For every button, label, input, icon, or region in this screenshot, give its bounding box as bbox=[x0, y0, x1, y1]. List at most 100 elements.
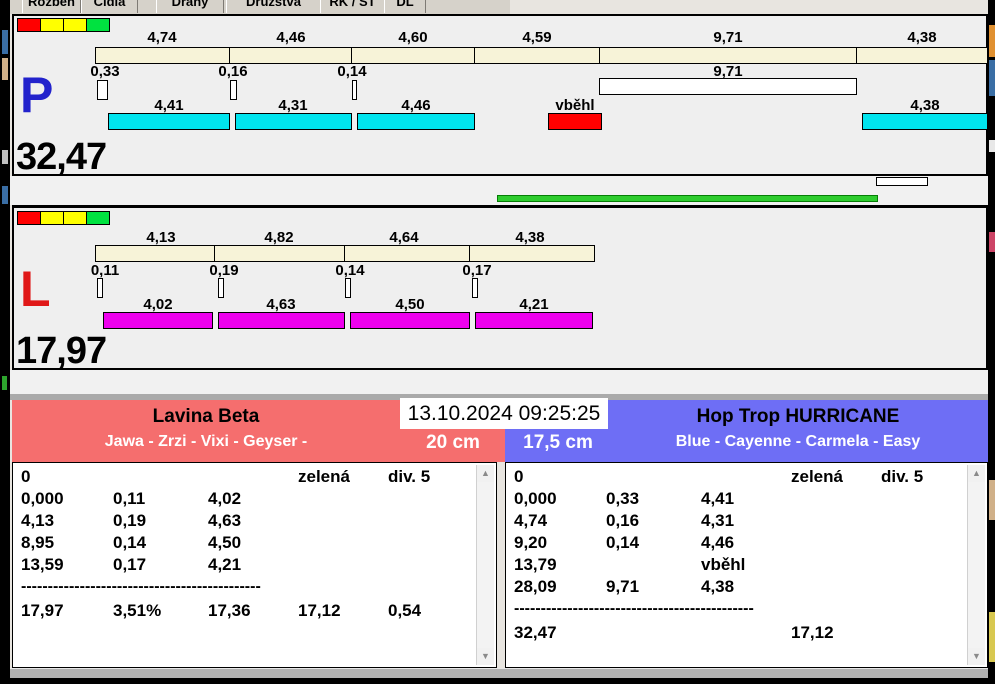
dog-time-label: 4,63 bbox=[266, 296, 296, 313]
dog-time-label: 4,38 bbox=[910, 97, 940, 114]
scrollbar-left-table[interactable]: ▲ ▼ bbox=[476, 465, 494, 665]
light-yellow-icon bbox=[63, 18, 87, 32]
scrollbar-right-table[interactable]: ▲ ▼ bbox=[967, 465, 985, 665]
tab-cidla[interactable]: Čidla bbox=[81, 0, 138, 13]
split-bar bbox=[344, 245, 470, 262]
table-cell: vběhl bbox=[701, 555, 746, 574]
scroll-down-icon[interactable]: ▼ bbox=[477, 648, 494, 665]
right-edge-strip bbox=[988, 0, 995, 684]
edge-speck bbox=[2, 376, 7, 390]
table-cell: 9,20 bbox=[514, 533, 548, 552]
table-cell: 0 bbox=[21, 467, 31, 486]
table-cell: 4,74 bbox=[514, 511, 548, 530]
edge-speck bbox=[2, 58, 8, 80]
reaction-label: 0,33 bbox=[90, 63, 120, 80]
split-bar bbox=[599, 47, 857, 64]
table-cell: 0,000 bbox=[21, 489, 64, 508]
datetime-display: 13.10.2024 09:25:25 bbox=[400, 398, 608, 429]
team-right-jump-height: 17,5 cm bbox=[523, 432, 593, 453]
lane-p-letter: P bbox=[20, 67, 54, 123]
split-label: 4,74 bbox=[147, 29, 177, 46]
table-cell: 0,11 bbox=[113, 489, 146, 508]
team-left-dogs: Jawa - Zrzi - Vixi - Geyser - bbox=[104, 433, 308, 450]
tab-rk-st[interactable]: RK / ST bbox=[320, 0, 385, 13]
marker-bar bbox=[876, 177, 928, 186]
split-bar bbox=[474, 47, 600, 64]
tab-dl[interactable]: DL bbox=[384, 0, 426, 13]
table-cell: 0,14 bbox=[113, 533, 147, 552]
team-left-jump-height: 20 cm bbox=[426, 432, 480, 453]
reaction-bar-long bbox=[599, 78, 857, 95]
dog-bar bbox=[235, 113, 352, 130]
table-cell: 4,41 bbox=[701, 489, 735, 508]
edge-speck bbox=[989, 60, 995, 96]
split-bar bbox=[95, 245, 215, 262]
tab-druzstva[interactable]: Družstva bbox=[226, 0, 321, 13]
tab-rozbeh[interactable]: Rozběh bbox=[22, 0, 81, 13]
table-cell: 4,50 bbox=[208, 533, 242, 552]
tab-drahy[interactable]: Dráhy bbox=[156, 0, 224, 13]
table-cell: 4,63 bbox=[208, 511, 242, 530]
dog-bar bbox=[218, 312, 345, 329]
table-cell: 0,33 bbox=[606, 489, 640, 508]
reaction-bar bbox=[97, 80, 108, 100]
reaction-bar bbox=[352, 80, 357, 100]
light-yellow-icon bbox=[40, 18, 64, 32]
table-cell: 0,000 bbox=[514, 489, 557, 508]
reaction-bar bbox=[218, 278, 224, 298]
reaction-label: 0,11 bbox=[90, 262, 120, 279]
dog-bar bbox=[475, 312, 593, 329]
result-table-right[interactable]: 0 zelená div. 5 0,000 0,33 4,41 4,74 0,1… bbox=[505, 462, 988, 668]
scroll-up-icon[interactable]: ▲ bbox=[968, 465, 985, 482]
lane-p-total: 32,47 bbox=[16, 136, 107, 178]
edge-speck bbox=[989, 232, 995, 252]
split-bar bbox=[95, 47, 230, 64]
progress-bar-green bbox=[497, 195, 878, 202]
scroll-up-icon[interactable]: ▲ bbox=[477, 465, 494, 482]
dog-bar bbox=[357, 113, 475, 130]
table-cell: 17,36 bbox=[208, 601, 251, 620]
lane-l-total: 17,97 bbox=[16, 330, 107, 372]
table-cell: 4,38 bbox=[701, 577, 735, 596]
dog-bar bbox=[103, 312, 213, 329]
light-yellow-icon bbox=[40, 211, 64, 225]
dog-time-label: 4,46 bbox=[401, 97, 431, 114]
table-cell: 17,97 bbox=[21, 601, 64, 620]
table-cell: 9,71 bbox=[606, 577, 640, 596]
edge-speck bbox=[989, 25, 995, 57]
scroll-down-icon[interactable]: ▼ bbox=[968, 648, 985, 665]
table-cell: 0,19 bbox=[113, 511, 147, 530]
split-bar bbox=[214, 245, 345, 262]
split-label: 9,71 bbox=[713, 29, 743, 46]
edge-speck bbox=[989, 140, 995, 152]
table-cell: 4,46 bbox=[701, 533, 735, 552]
table-cell: 0,16 bbox=[606, 511, 640, 530]
split-bar bbox=[229, 47, 352, 64]
split-label: 4,38 bbox=[907, 29, 937, 46]
table-cell: 0,17 bbox=[113, 555, 147, 574]
split-label: 4,64 bbox=[389, 229, 419, 246]
dog-time-label: 4,02 bbox=[143, 296, 173, 313]
reaction-bar bbox=[97, 278, 103, 298]
split-label: 4,82 bbox=[264, 229, 294, 246]
edge-speck bbox=[989, 612, 995, 662]
table-cell: zelená bbox=[298, 467, 350, 486]
table-cell: 0 bbox=[514, 467, 524, 486]
table-cell: 3,51% bbox=[113, 601, 162, 620]
dog-fault-label: vběhl bbox=[555, 97, 595, 114]
bottom-edge bbox=[0, 678, 995, 684]
start-lights-p bbox=[17, 18, 110, 32]
light-yellow-icon bbox=[63, 211, 87, 225]
edge-speck bbox=[2, 30, 8, 54]
dog-fault-bar bbox=[548, 113, 602, 130]
reaction-label: 0,17 bbox=[462, 262, 492, 279]
table-cell: 0,14 bbox=[606, 533, 640, 552]
reaction-label: 0,14 bbox=[335, 262, 365, 279]
dog-time-label: 4,21 bbox=[519, 296, 549, 313]
table-cell: 13,59 bbox=[21, 555, 64, 574]
lane-p-panel: 4,74 4,46 4,60 4,59 9,71 4,38 0,33 0,16 … bbox=[12, 14, 988, 176]
table-separator: ----------------------------------------… bbox=[21, 578, 261, 595]
result-table-left[interactable]: 0 zelená div. 5 0,000 0,11 4,02 4,13 0,1… bbox=[12, 462, 497, 668]
dog-time-label: 4,31 bbox=[278, 97, 308, 114]
table-cell: 17,12 bbox=[298, 601, 341, 620]
